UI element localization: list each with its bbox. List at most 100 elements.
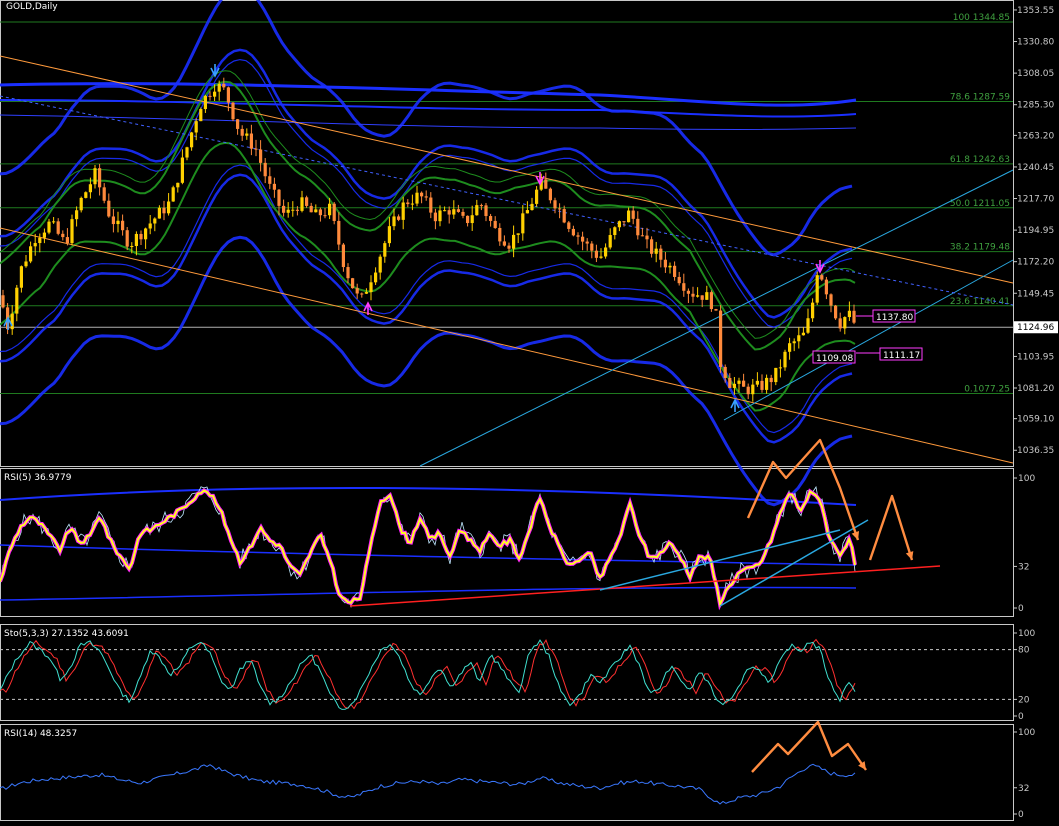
candle-body (309, 205, 313, 213)
candle-body (203, 95, 207, 110)
candle-body (194, 121, 198, 133)
candle-body (429, 197, 433, 213)
candle-body (406, 202, 410, 205)
candle-body (700, 295, 704, 300)
candle-body (56, 221, 60, 234)
background (0, 0, 1059, 826)
candle-body (102, 187, 106, 201)
price-tick-label-6: 1217.70 (1017, 195, 1054, 205)
candle-body (323, 215, 327, 217)
candle-body (29, 246, 33, 262)
candle-body (263, 162, 267, 177)
candle-body (121, 220, 125, 231)
candle-body (443, 210, 447, 212)
candle-body (507, 245, 511, 249)
rsi14-title: RSI(14) 48.3257 (4, 729, 77, 739)
candle-body (364, 292, 368, 294)
candle-body (383, 243, 387, 257)
candle-body (433, 212, 437, 222)
candle-body (392, 216, 396, 227)
candle-body (732, 383, 736, 388)
candle-body (19, 266, 23, 288)
candle-body (10, 313, 14, 330)
candle-body (167, 201, 171, 214)
candle-body (148, 223, 152, 229)
candle-body (852, 310, 856, 323)
candle-body (470, 215, 474, 224)
candle-body (820, 275, 824, 280)
candle-body (636, 218, 640, 236)
candle-body (797, 335, 801, 342)
candle-body (512, 234, 516, 249)
candle-body (558, 208, 562, 210)
candle-body (185, 147, 189, 158)
candle-body (627, 210, 631, 223)
candle-body (424, 196, 428, 198)
candle-body (806, 318, 810, 333)
price-tick-label-8: 1172.20 (1017, 258, 1054, 268)
candle-body (677, 276, 681, 284)
candle-body (171, 187, 175, 202)
candle-body (291, 209, 295, 211)
fib-label-6: 0.1077.25 (964, 384, 1010, 394)
candle-body (259, 149, 263, 163)
tick-label-3: 0 (1018, 712, 1024, 722)
price-tick-label-3: 1285.30 (1017, 101, 1054, 111)
candle-body (461, 211, 465, 216)
candle-body (84, 192, 88, 198)
candle-body (640, 235, 644, 237)
candle-body (590, 243, 594, 251)
candle-body (737, 380, 741, 384)
candle-body (33, 243, 37, 247)
candle-body (654, 248, 658, 254)
price-tick-label-12: 1081.20 (1017, 384, 1054, 394)
price-tick-label-9: 1149.45 (1017, 289, 1054, 299)
candle-body (374, 272, 378, 283)
candle-body (157, 207, 161, 219)
candle-body (834, 305, 838, 319)
candle-body (631, 210, 635, 219)
candle-body (847, 310, 851, 318)
candle-body (544, 179, 548, 189)
candle-body (456, 209, 460, 212)
candle-body (217, 83, 221, 92)
candle-body (594, 250, 598, 258)
candle-body (479, 205, 483, 207)
candle-body (567, 222, 571, 229)
candle-body (723, 366, 727, 379)
fib-label-1: 78.6 1287.59 (950, 93, 1010, 103)
candle-body (1, 295, 5, 308)
sto-title: Sto(5,3,3) 27.1352 43.6091 (4, 629, 129, 639)
candle-body (111, 216, 115, 225)
fib-label-2: 61.8 1242.63 (950, 155, 1010, 165)
candle-body (116, 220, 120, 225)
candle-body (585, 241, 589, 244)
candle-body (778, 367, 782, 369)
candle-body (401, 202, 405, 220)
candle-body (466, 215, 470, 224)
candle-body (162, 207, 166, 214)
candle-body (438, 210, 442, 222)
candle-body (249, 133, 253, 149)
candle-body (300, 197, 304, 211)
tick-label-2: 0 (1018, 810, 1024, 820)
candle-body (295, 209, 299, 211)
candle-body (719, 310, 723, 367)
candle-body (742, 380, 746, 387)
candle-body (489, 216, 493, 221)
candle-body (535, 189, 539, 204)
candle-body (226, 87, 230, 103)
candle-body (604, 247, 608, 257)
candle-body (346, 267, 350, 279)
tick-label-0: 100 (1018, 629, 1035, 639)
candle-body (783, 351, 787, 368)
candle-body (24, 261, 28, 267)
candle-body (521, 213, 525, 234)
fib-label-0: 100 1344.85 (953, 13, 1010, 23)
candle-body (410, 203, 414, 205)
candle-body (387, 226, 391, 244)
candle-body (751, 384, 755, 395)
candle-body (314, 209, 318, 213)
candle-body (525, 210, 529, 214)
candle-body (355, 288, 359, 294)
